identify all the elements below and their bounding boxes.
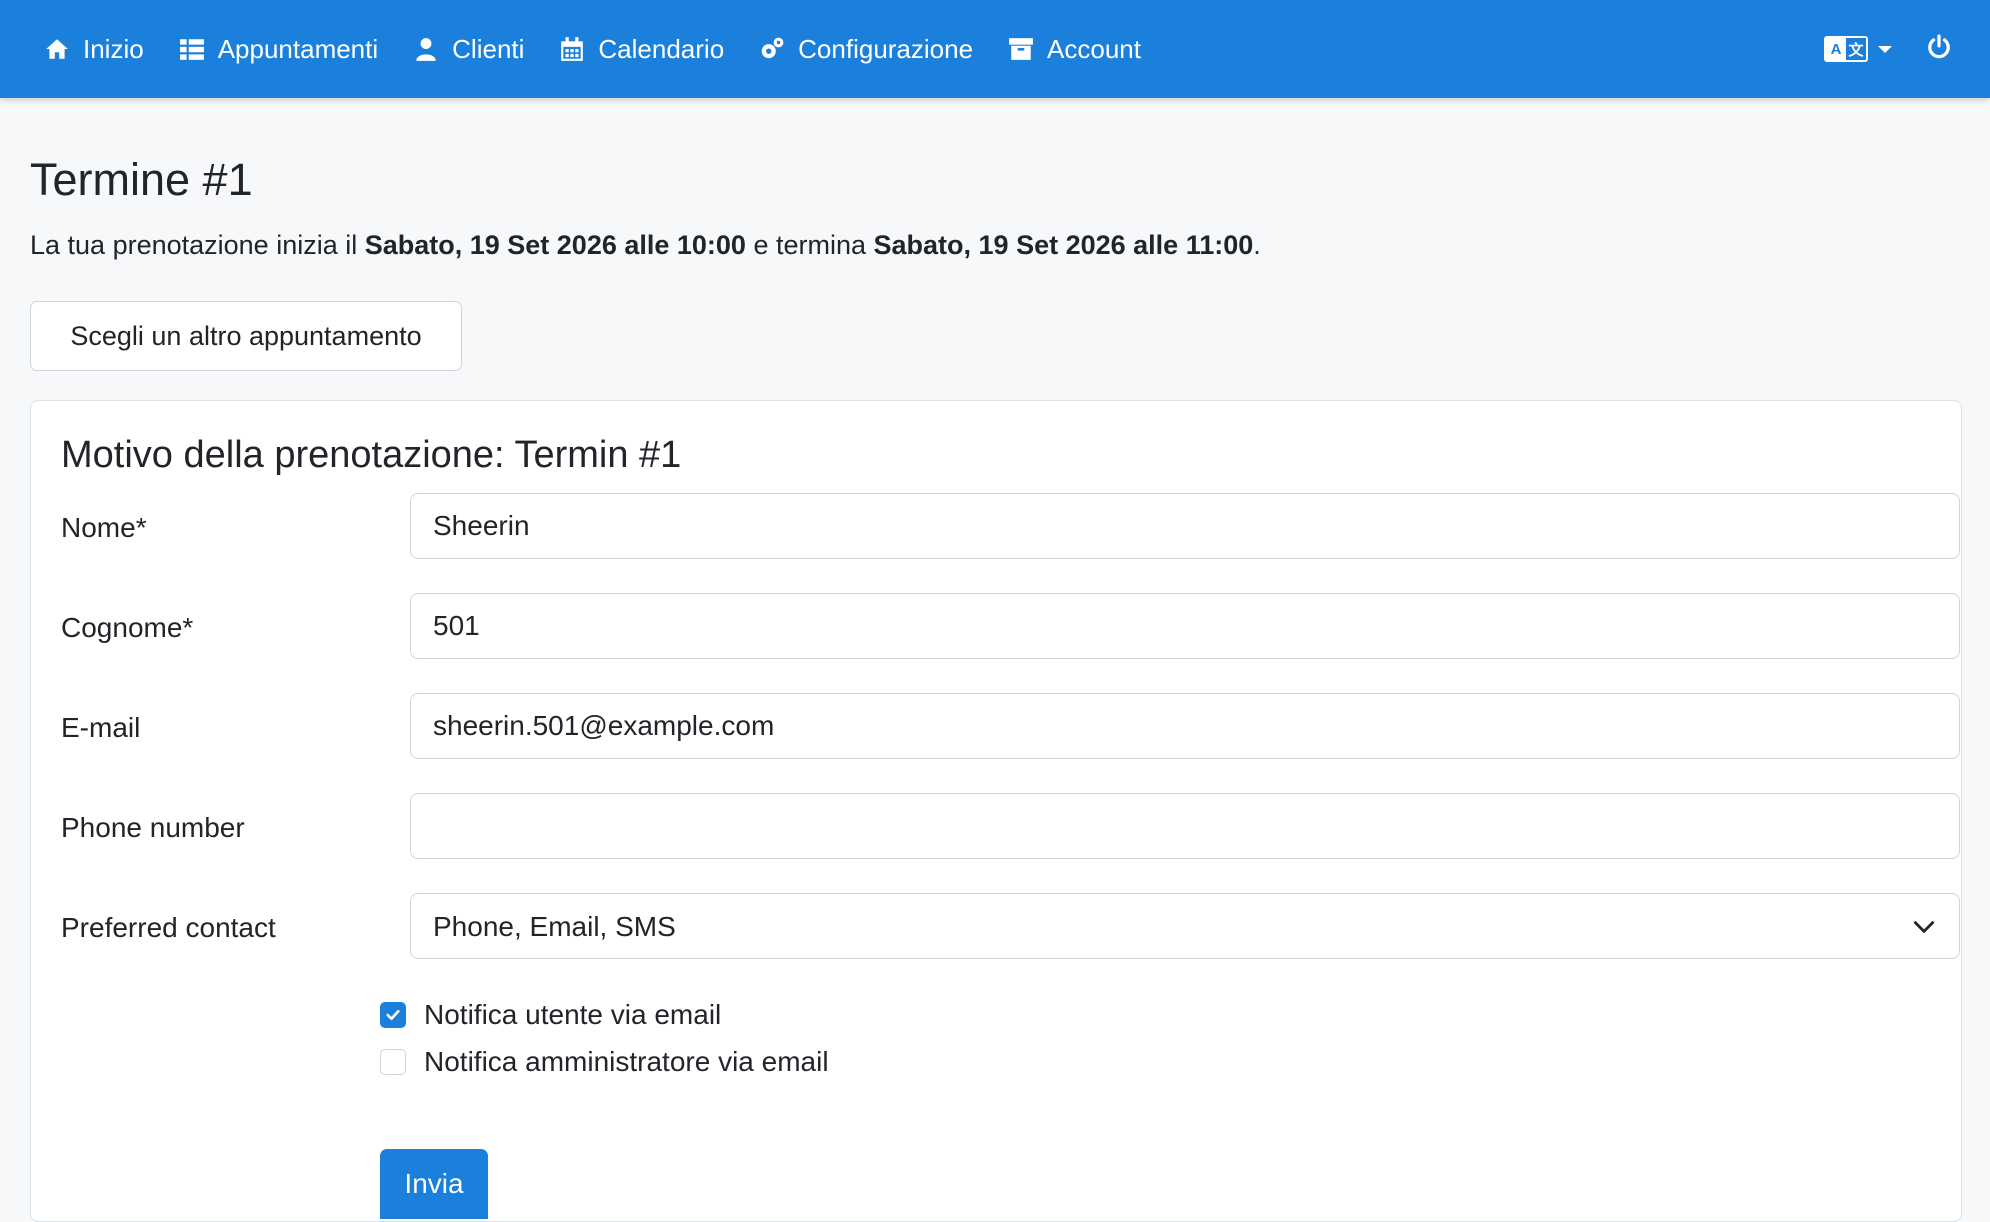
email-input[interactable]	[410, 693, 1960, 759]
list-icon	[179, 39, 204, 60]
language-icon: A文	[1824, 36, 1868, 62]
notify-user-checkbox[interactable]	[380, 1002, 406, 1028]
phone-label: Phone number	[61, 812, 245, 843]
notify-user-checkbox-row[interactable]: Notifica utente via email	[380, 999, 721, 1031]
intro-mid: e termina	[745, 230, 874, 260]
first-name-row: Nome*	[61, 493, 1960, 563]
notify-admin-checkbox-row[interactable]: Notifica amministratore via email	[380, 1046, 829, 1078]
calendar-icon	[561, 37, 584, 61]
language-dropdown[interactable]: A文	[1824, 36, 1892, 62]
user-icon	[416, 38, 436, 61]
notify-user-label: Notifica utente via email	[424, 999, 722, 1030]
archive-icon	[1009, 38, 1033, 60]
last-name-label: Cognome*	[61, 612, 194, 643]
chevron-down-icon	[1913, 921, 1935, 933]
last-name-row: Cognome*	[61, 593, 1960, 663]
preferred-contact-label: Preferred contact	[61, 912, 276, 943]
nav-item-clienti[interactable]: Clienti	[413, 34, 524, 65]
home-icon	[46, 39, 68, 59]
nav-item-inizio[interactable]: Inizio	[44, 34, 144, 65]
nav-item-account[interactable]: Account	[1008, 34, 1141, 65]
nav-item-label: Calendario	[598, 33, 725, 64]
last-name-input[interactable]	[410, 593, 1960, 659]
preferred-contact-row: Preferred contact Phone, Email, SMS	[61, 893, 1960, 963]
choose-other-appointment-button[interactable]: Scegli un altro appuntamento	[30, 301, 462, 371]
main-nav: Inizio Appuntamenti Clienti Calendario C…	[44, 34, 1176, 65]
intro-prefix: La tua prenotazione inizia il	[30, 230, 365, 260]
caret-down-icon	[1878, 45, 1892, 53]
gears-icon	[761, 37, 784, 59]
nav-item-label: Configurazione	[798, 33, 974, 64]
submit-button[interactable]: Invia	[380, 1149, 488, 1219]
first-name-input[interactable]	[410, 493, 1960, 559]
end-datetime: Sabato, 19 Set 2026 alle 11:00	[873, 230, 1254, 260]
nav-item-label: Inizio	[83, 33, 144, 64]
nav-item-calendario[interactable]: Calendario	[559, 34, 724, 65]
email-row: E-mail	[61, 693, 1960, 763]
form-title: Motivo della prenotazione: Termin #1	[61, 434, 682, 476]
power-icon	[1928, 34, 1950, 58]
nav-item-label: Account	[1047, 33, 1141, 64]
start-datetime: Sabato, 19 Set 2026 alle 10:00	[364, 230, 746, 260]
page-title: Termine #1	[30, 154, 253, 205]
top-navbar: Inizio Appuntamenti Clienti Calendario C…	[0, 0, 1990, 98]
phone-input[interactable]	[410, 793, 1960, 859]
nav-item-label: Appuntamenti	[217, 33, 379, 64]
booking-form-card: Motivo della prenotazione: Termin #1 Nom…	[30, 400, 1962, 1222]
notify-admin-label: Notifica amministratore via email	[424, 1046, 829, 1077]
first-name-label: Nome*	[61, 512, 147, 543]
nav-item-appuntamenti[interactable]: Appuntamenti	[179, 34, 378, 65]
checkmark-icon	[386, 1009, 400, 1021]
nav-right: A文	[1824, 0, 1952, 98]
phone-row: Phone number	[61, 793, 1960, 863]
nav-item-configurazione[interactable]: Configurazione	[759, 34, 973, 65]
intro-suffix: .	[1253, 230, 1261, 260]
logout-button[interactable]	[1926, 34, 1952, 65]
notify-admin-checkbox[interactable]	[380, 1049, 406, 1075]
email-label: E-mail	[61, 712, 141, 743]
preferred-contact-value: Phone, Email, SMS	[433, 911, 676, 942]
preferred-contact-select[interactable]: Phone, Email, SMS	[410, 893, 1960, 959]
nav-item-label: Clienti	[452, 33, 525, 64]
booking-summary: La tua prenotazione inizia il Sabato, 19…	[30, 230, 1261, 261]
